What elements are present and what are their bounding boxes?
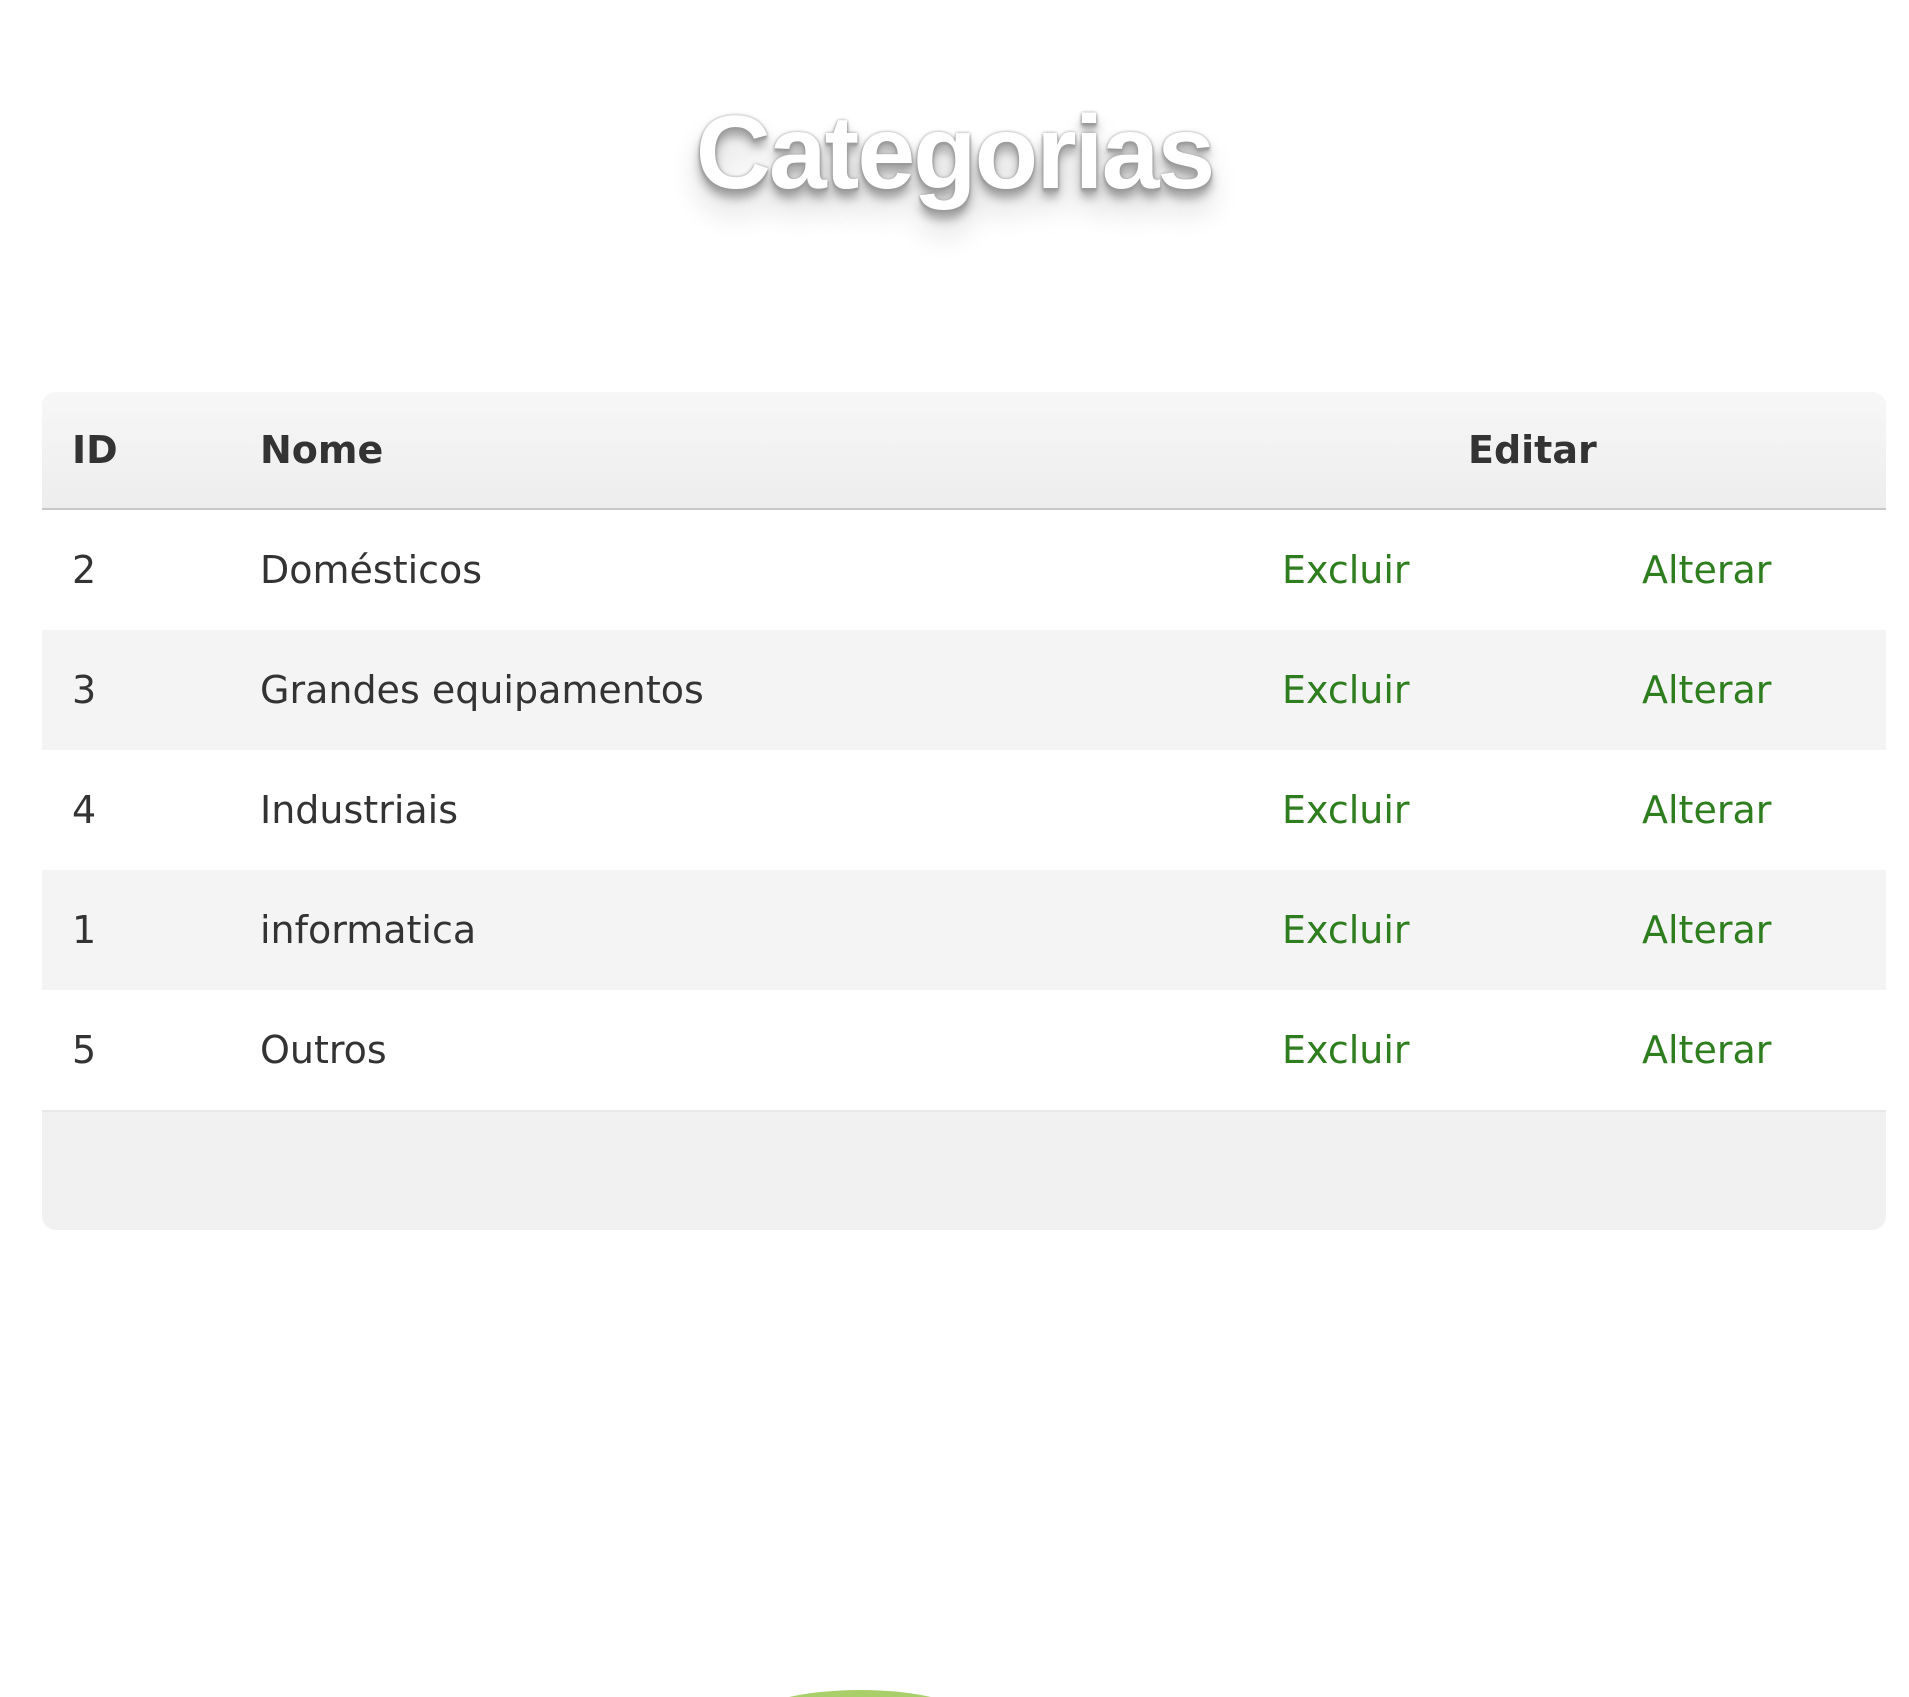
- table-row: 3 Grandes equipamentos Excluir Alterar: [42, 630, 1886, 750]
- table-row: 4 Industriais Excluir Alterar: [42, 750, 1886, 870]
- cell-id: 2: [72, 548, 97, 592]
- table-row: 2 Domésticos Excluir Alterar: [42, 510, 1886, 630]
- cell-nome: Domésticos: [260, 548, 483, 592]
- cell-nome: Outros: [260, 1028, 387, 1072]
- table-header: ID Nome Editar: [42, 392, 1886, 510]
- excluir-link[interactable]: Excluir: [1282, 510, 1410, 630]
- categories-table: ID Nome Editar 2 Domésticos Excluir Alte…: [42, 392, 1886, 1230]
- cell-nome: Grandes equipamentos: [260, 668, 704, 712]
- alterar-link[interactable]: Alterar: [1642, 750, 1771, 870]
- cell-id: 4: [72, 788, 97, 832]
- excluir-link[interactable]: Excluir: [1282, 750, 1410, 870]
- column-header-id: ID: [72, 428, 118, 472]
- alterar-link[interactable]: Alterar: [1642, 870, 1771, 990]
- cell-id: 5: [72, 1028, 97, 1072]
- excluir-link[interactable]: Excluir: [1282, 630, 1410, 750]
- table-row: 5 Outros Excluir Alterar: [42, 990, 1886, 1112]
- table-row: 1 informatica Excluir Alterar: [42, 870, 1886, 990]
- page-title: Categorias: [695, 95, 1216, 211]
- column-header-editar: Editar: [1468, 428, 1597, 472]
- table-footer: [42, 1112, 1886, 1230]
- cell-id: 1: [72, 908, 97, 952]
- excluir-link[interactable]: Excluir: [1282, 990, 1410, 1110]
- cell-nome: Industriais: [260, 788, 459, 832]
- decorative-arc: [750, 1690, 970, 1697]
- alterar-link[interactable]: Alterar: [1642, 510, 1771, 630]
- alterar-link[interactable]: Alterar: [1642, 630, 1771, 750]
- alterar-link[interactable]: Alterar: [1642, 990, 1771, 1110]
- cell-nome: informatica: [260, 908, 477, 952]
- excluir-link[interactable]: Excluir: [1282, 870, 1410, 990]
- table-body: 2 Domésticos Excluir Alterar 3 Grandes e…: [42, 510, 1886, 1112]
- column-header-nome: Nome: [260, 428, 384, 472]
- cell-id: 3: [72, 668, 97, 712]
